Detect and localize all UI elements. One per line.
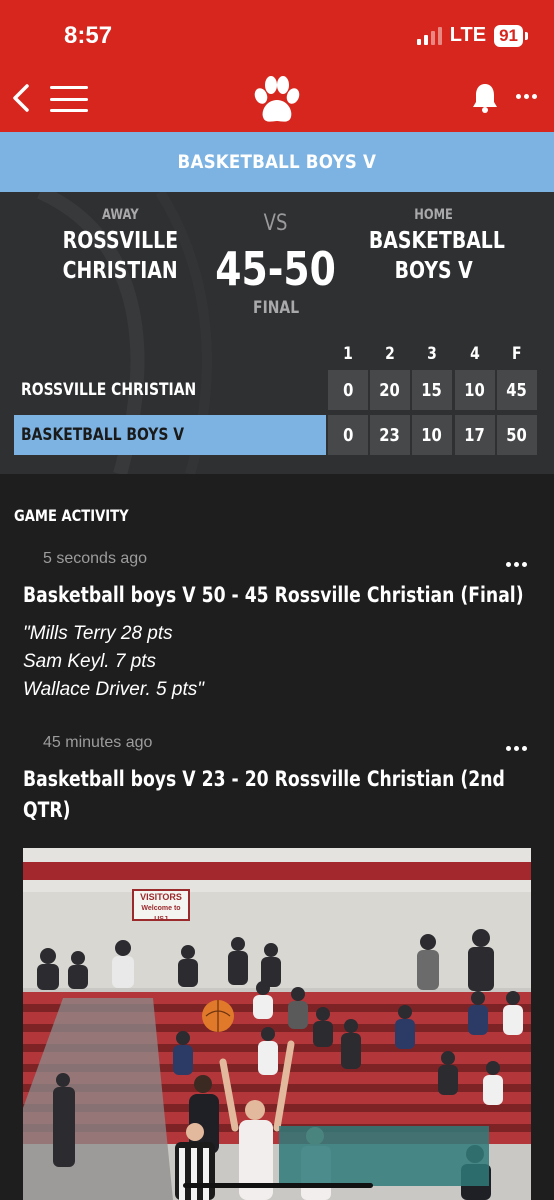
status-time: 8:57 (64, 22, 113, 49)
signal-icon (416, 26, 442, 45)
hamburger-icon[interactable] (50, 86, 88, 112)
post-title: Basketball boys V 50 - 45 Rossville Chri… (23, 583, 524, 607)
score-cell: 10 (412, 415, 452, 455)
post-timestamp: 45 minutes ago (43, 734, 153, 751)
status-indicators: LTE 91 (416, 24, 528, 47)
battery-icon: 91 (494, 24, 523, 47)
score-cell: 20 (370, 370, 410, 410)
post-photo[interactable]: VISITORS Welcome to USJ (23, 848, 531, 1200)
more-dots-icon[interactable] (506, 746, 527, 751)
more-dots-icon[interactable] (516, 94, 537, 99)
post-body-line: Sam Keyl. 7 pts (23, 651, 157, 672)
team-banner-title: BASKETBALL BOYS V (177, 151, 377, 173)
bell-icon[interactable] (470, 82, 500, 114)
home-label: HOME (414, 207, 454, 223)
away-label: AWAY (101, 207, 139, 223)
team-banner: BASKETBALL BOYS V (0, 132, 554, 192)
post-timestamp: 5 seconds ago (43, 550, 148, 567)
app-header (0, 70, 554, 132)
score-cell: 15 (412, 370, 452, 410)
activity-heading: GAME ACTIVITY (14, 506, 129, 525)
score-cell-final: 45 (497, 370, 537, 410)
score-cell: 17 (455, 415, 495, 455)
vs-label: VS (264, 211, 288, 236)
score-cell: 0 (328, 370, 368, 410)
home-team-name: BASKETBALL BOYS V (368, 228, 505, 284)
game-status: FINAL (252, 298, 300, 318)
status-bar: 8:57 LTE 91 (0, 0, 554, 70)
visitors-sign: VISITORS Welcome to USJ (135, 892, 187, 925)
score-cell: 23 (370, 415, 410, 455)
game-score: 45-50 (215, 242, 337, 296)
post-body: "Mills Terry 28 pts Sam Keyl. 7 pts Wall… (23, 620, 204, 704)
post-title: Basketball boys V 23 - 20 Rossville Chri… (23, 767, 505, 822)
away-row-team: ROSSVILLE CHRISTIAN (21, 380, 197, 400)
scoreboard: AWAY ROSSVILLE CHRISTIAN VS 45-50 FINAL … (0, 192, 554, 474)
score-cell: 0 (328, 415, 368, 455)
visitors-sign-line2: Welcome to USJ (141, 905, 181, 923)
score-cell-final: 50 (497, 415, 537, 455)
quarter-header: 2 (385, 344, 395, 364)
visitors-sign-line1: VISITORS (140, 892, 182, 902)
chevron-left-icon[interactable] (8, 82, 34, 114)
gym-photo-illustration (23, 848, 531, 1200)
more-dots-icon[interactable] (506, 562, 527, 567)
home-row-team: BASKETBALL BOYS V (14, 415, 326, 455)
score-cell: 10 (455, 370, 495, 410)
paw-icon[interactable] (252, 74, 302, 126)
post-body-line: "Mills Terry 28 pts (23, 623, 173, 644)
quarter-header: 4 (470, 344, 480, 364)
quarter-header: 1 (343, 344, 353, 364)
quarter-header: F (512, 344, 522, 364)
post-body-line: Wallace Driver. 5 pts" (23, 679, 204, 700)
battery-nub (525, 31, 528, 40)
network-label: LTE (449, 24, 487, 46)
quarter-header: 3 (427, 344, 437, 364)
